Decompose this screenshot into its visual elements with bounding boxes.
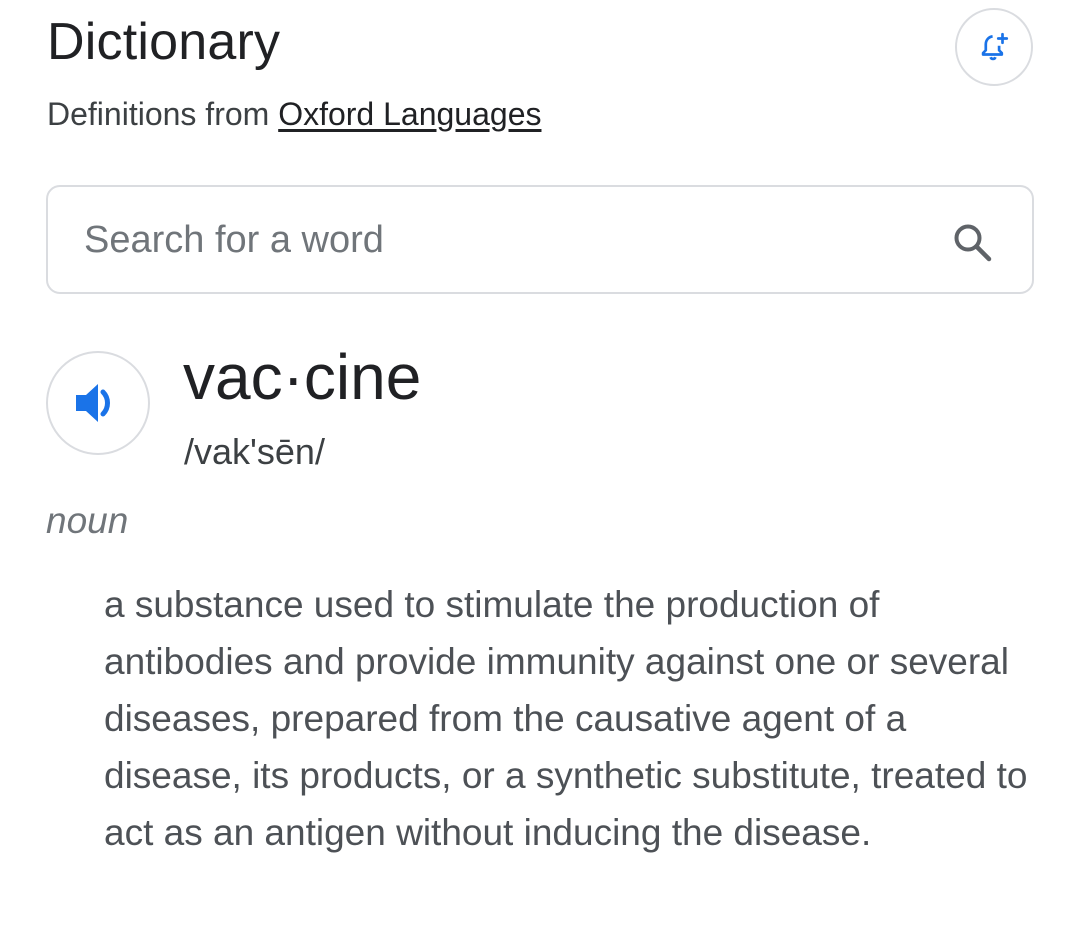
search-field[interactable] <box>46 185 1034 294</box>
oxford-languages-link[interactable]: Oxford Languages <box>278 96 541 132</box>
speaker-icon <box>76 384 110 422</box>
subtitle-prefix: Definitions from <box>47 96 279 132</box>
search-icon[interactable] <box>951 221 995 265</box>
source-attribution: Definitions from Oxford Languages <box>47 96 541 133</box>
pronounce-button[interactable] <box>46 351 150 455</box>
page-title: Dictionary <box>47 13 281 71</box>
add-alert-button[interactable] <box>955 8 1033 86</box>
definition-text: a substance used to stimulate the produc… <box>104 584 1028 853</box>
bell-plus-icon <box>981 32 1009 61</box>
headword: vac·cine <box>183 341 422 413</box>
part-of-speech: noun <box>46 500 129 541</box>
dictionary-card: Dictionary Definitions from Oxford Langu… <box>0 0 1080 931</box>
search-input[interactable] <box>84 209 904 271</box>
phonetic-spelling: /vak'sēn/ <box>184 431 325 472</box>
